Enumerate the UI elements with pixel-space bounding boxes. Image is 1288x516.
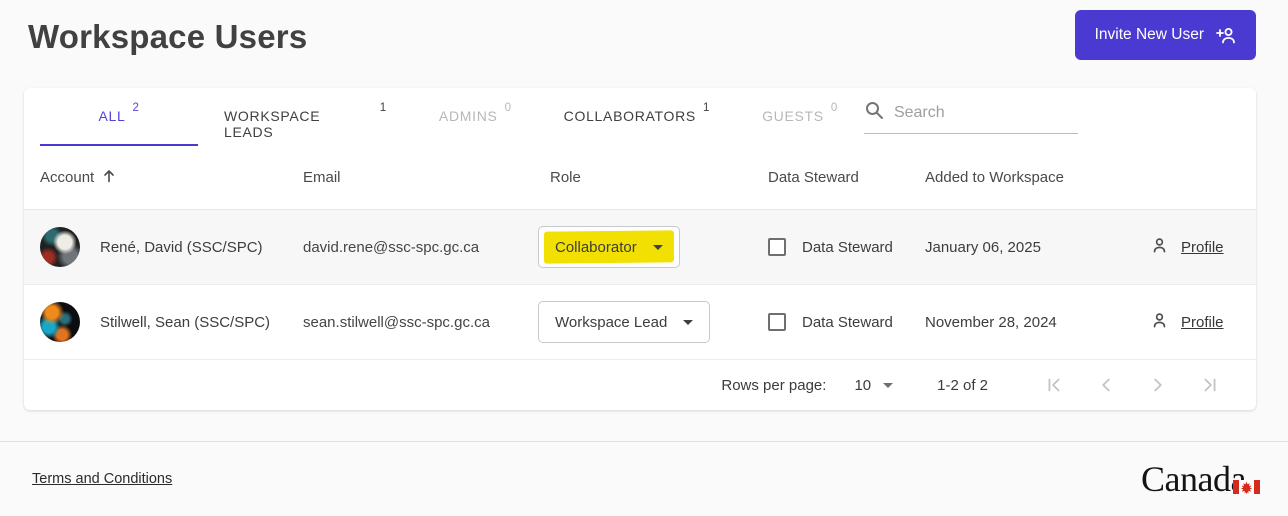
search-icon (864, 100, 884, 125)
data-steward-cell: Data Steward (768, 238, 925, 256)
data-steward-checkbox[interactable] (768, 238, 786, 256)
page-footer: Terms and Conditions Canada (0, 441, 1288, 516)
active-tab-underline (40, 144, 198, 146)
table-row: René, David (SSC/SPC) david.rene@ssc-spc… (24, 210, 1256, 285)
column-header-added: Added to Workspace (925, 169, 1064, 186)
tab-all[interactable]: ALL 2 (40, 88, 198, 146)
table-row: Stilwell, Sean (SSC/SPC) sean.stilwell@s… (24, 285, 1256, 360)
user-email: david.rene@ssc-spc.gc.ca (303, 238, 480, 256)
person-icon (1150, 311, 1169, 334)
column-header-email: Email (303, 169, 341, 186)
tab-guests-label: GUESTS (762, 108, 824, 124)
actions-cell: Profile (1150, 311, 1240, 334)
chevron-down-icon (683, 319, 694, 325)
profile-link[interactable]: Profile (1181, 314, 1224, 331)
role-cell: Collaborator (538, 226, 768, 268)
tabs-bar: ALL 2 WORKSPACE LEADS 1 ADMINS 0 COLLABO… (24, 88, 1256, 146)
role-dropdown[interactable]: Collaborator (538, 226, 680, 268)
role-dropdown[interactable]: Workspace Lead (538, 301, 711, 343)
account-cell: Stilwell, Sean (SSC/SPC) (40, 302, 303, 342)
column-header-role: Role (550, 169, 581, 186)
rows-per-page-select[interactable]: 10 (854, 376, 894, 394)
user-name: Stilwell, Sean (SSC/SPC) (100, 313, 271, 331)
tab-workspace-leads-count: 1 (379, 102, 387, 114)
pagination-bar: Rows per page: 10 1-2 of 2 (24, 360, 1256, 410)
avatar (40, 302, 80, 342)
added-date: November 28, 2024 (925, 313, 1057, 331)
invite-new-user-label: Invite New User (1094, 26, 1204, 43)
page-header: Workspace Users Invite New User (0, 0, 1288, 88)
tab-admins[interactable]: ADMINS 0 (413, 88, 538, 146)
avatar (40, 227, 80, 267)
column-header-data-steward: Data Steward (768, 169, 859, 186)
canada-wordmark: Canada (1141, 458, 1260, 500)
rows-per-page-value: 10 (854, 376, 872, 394)
tab-collaborators[interactable]: COLLABORATORS 1 (538, 88, 736, 146)
tab-guests[interactable]: GUESTS 0 (736, 88, 864, 146)
users-card: ALL 2 WORKSPACE LEADS 1 ADMINS 0 COLLABO… (24, 88, 1256, 410)
tab-collaborators-label: COLLABORATORS (563, 108, 696, 124)
account-cell: René, David (SSC/SPC) (40, 227, 303, 267)
terms-and-conditions-link[interactable]: Terms and Conditions (32, 471, 172, 487)
tab-workspace-leads-label: WORKSPACE LEADS (224, 108, 321, 140)
pagination-range: 1-2 of 2 (937, 376, 988, 394)
search-box (863, 100, 1078, 134)
data-steward-label: Data Steward (802, 238, 893, 256)
chevron-down-icon (883, 382, 894, 388)
tab-all-count: 2 (132, 102, 140, 114)
tab-admins-count: 0 (504, 102, 512, 114)
person-add-icon (1214, 24, 1236, 46)
invite-new-user-button[interactable]: Invite New User (1074, 10, 1256, 60)
data-steward-checkbox[interactable] (768, 313, 786, 331)
first-page-button[interactable] (1028, 365, 1080, 405)
role-value: Workspace Lead (555, 313, 668, 331)
sort-ascending-icon (102, 169, 116, 187)
canada-flag-icon (1233, 461, 1260, 503)
data-steward-cell: Data Steward (768, 313, 925, 331)
table-header-row: Account Email Role Data Steward Added to… (24, 146, 1256, 210)
user-name: René, David (SSC/SPC) (100, 238, 263, 256)
rows-per-page-label: Rows per page: (721, 376, 827, 394)
data-steward-label: Data Steward (802, 313, 893, 331)
profile-link[interactable]: Profile (1181, 239, 1224, 256)
role-cell: Workspace Lead (538, 301, 768, 343)
role-value: Collaborator (555, 238, 637, 256)
user-email: sean.stilwell@ssc-spc.gc.ca (303, 313, 490, 331)
tab-all-label: ALL (98, 108, 126, 124)
next-page-button[interactable] (1132, 365, 1184, 405)
person-icon (1150, 236, 1169, 259)
column-header-account[interactable]: Account (40, 169, 303, 187)
tab-workspace-leads[interactable]: WORKSPACE LEADS 1 (198, 88, 413, 146)
chevron-down-icon (652, 244, 663, 250)
tab-collaborators-count: 1 (702, 102, 711, 114)
search-input[interactable] (893, 103, 1064, 122)
actions-cell: Profile (1150, 236, 1240, 259)
tab-admins-label: ADMINS (438, 108, 498, 124)
added-date: January 06, 2025 (925, 238, 1041, 256)
last-page-button[interactable] (1184, 365, 1236, 405)
tab-guests-count: 0 (830, 102, 838, 114)
canada-wordmark-text: Canada (1141, 459, 1246, 499)
page-title: Workspace Users (28, 18, 308, 55)
previous-page-button[interactable] (1080, 365, 1132, 405)
